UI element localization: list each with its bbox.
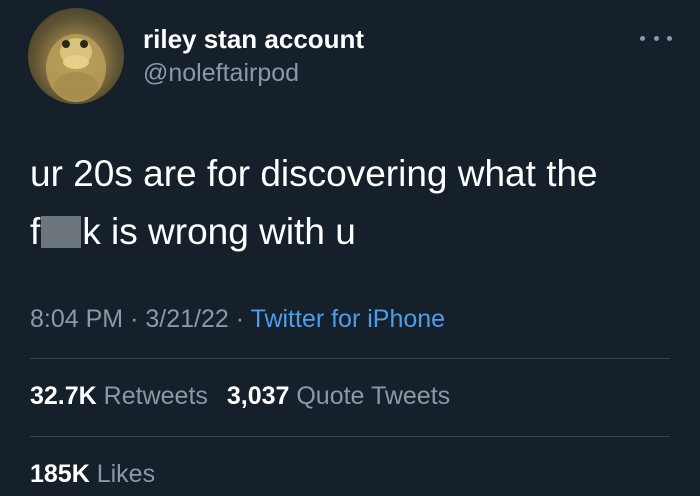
retweets-label: Retweets (103, 382, 208, 410)
more-horizontal-icon[interactable] (640, 28, 672, 48)
meta-separator: · (130, 305, 139, 333)
tweet-source-link[interactable]: Twitter for iPhone (251, 305, 446, 333)
tweet-card: riley stan account @noleftairpod ur 20s … (0, 0, 700, 496)
retweets-count: 32.7K (30, 382, 97, 410)
tweet-text-line-2: f k is wrong with u (30, 203, 670, 261)
tweet-text-fragment-end: k is wrong with u (82, 211, 356, 252)
tweet-time[interactable]: 8:04 PM (30, 305, 123, 333)
likes-stat[interactable]: 185K Likes (30, 460, 155, 488)
retweet-stats-row: 32.7K Retweets 3,037 Quote Tweets (30, 379, 462, 413)
divider (30, 436, 670, 437)
user-handle[interactable]: @noleftairpod (143, 56, 364, 90)
quote-tweets-stat[interactable]: 3,037 Quote Tweets (227, 382, 450, 410)
likes-count: 185K (30, 460, 90, 488)
quote-tweets-count: 3,037 (226, 382, 290, 410)
display-name[interactable]: riley stan account (143, 22, 364, 56)
likes-label: Likes (96, 460, 156, 488)
dot (667, 35, 672, 41)
meta-separator: · (235, 305, 245, 333)
divider (30, 358, 670, 359)
likes-stats-row: 185K Likes (30, 457, 167, 491)
tweet-date[interactable]: 3/21/22 (145, 305, 228, 333)
censor-block (41, 216, 82, 248)
duck-avatar-image (46, 34, 106, 102)
quote-tweets-label: Quote Tweets (296, 382, 451, 410)
dot (653, 35, 659, 41)
tweet-text: ur 20s are for discovering what the f k i… (30, 145, 670, 261)
retweets-stat[interactable]: 32.7K Retweets (30, 382, 208, 410)
author-block[interactable]: riley stan account @noleftairpod (143, 22, 364, 90)
avatar[interactable] (28, 8, 124, 104)
dot (640, 35, 645, 41)
tweet-text-line-1: ur 20s are for discovering what the (30, 153, 598, 194)
tweet-metadata: 8:04 PM · 3/21/22 · Twitter for iPhone (30, 302, 445, 336)
tweet-text-fragment-start: f (30, 211, 41, 252)
